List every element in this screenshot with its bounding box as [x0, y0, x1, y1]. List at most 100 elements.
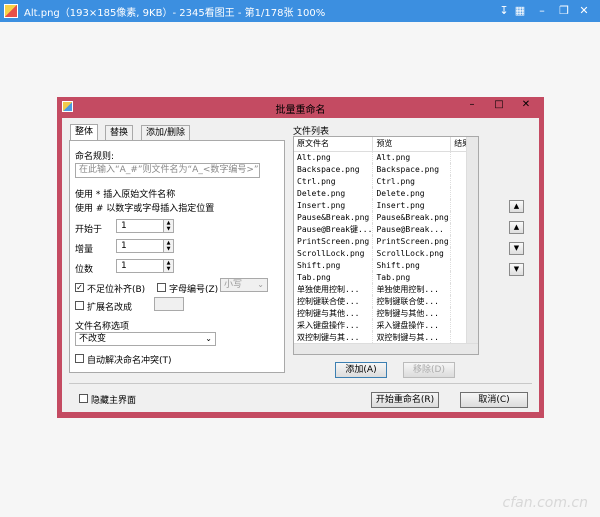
horizontal-scrollbar[interactable] [294, 343, 478, 354]
cell-preview: 控制键与其他... [372, 307, 452, 319]
start-rename-button[interactable]: 开始重命名(R) [371, 392, 439, 408]
ext-input[interactable] [154, 297, 184, 311]
cell-original: Backspace.png [294, 163, 374, 175]
add-button[interactable]: 添加(A) [335, 362, 387, 378]
settings-panel: 命名规则: 在此输入“A_#”则文件名为“A_<数字编号>” 使用 * 插入原始… [69, 140, 285, 373]
cell-original: 单独使用控制... [294, 283, 374, 295]
table-row[interactable]: Alt.png Alt.png [294, 151, 478, 163]
cell-original: Delete.png [294, 187, 374, 199]
fullscreen-icon[interactable]: ▦ [512, 3, 528, 19]
table-row[interactable]: Pause@Break键... Pause@Break... [294, 223, 478, 235]
step-value: 1 [121, 241, 127, 251]
close-icon[interactable]: ✕ [576, 3, 592, 19]
file-list[interactable]: 原文件名 预览 结果 Alt.png Alt.png Backspace.png Ba… [293, 136, 479, 355]
cell-preview: PrintScreen.png [372, 235, 452, 247]
file-table: 原文件名 预览 结果 Alt.png Alt.png Backspace.png Ba… [294, 137, 478, 343]
cell-preview: Insert.png [372, 199, 452, 211]
column-preview[interactable]: 预览 [372, 137, 452, 152]
pin-icon[interactable]: ↧ [496, 3, 512, 19]
cancel-button[interactable]: 取消(C) [460, 392, 528, 408]
step-stepper[interactable]: 1 ▲ ▼ [116, 239, 174, 253]
cell-original: Alt.png [294, 151, 374, 163]
name-option-value: 不改变 [79, 334, 107, 344]
table-row[interactable]: 双控制键与其... 双控制键与其... [294, 331, 478, 343]
remove-button[interactable]: 移除(D) [403, 362, 455, 378]
batch-rename-dialog: 批量重命名 – □ ✕ 整体 替换 添加/删除 命名规则: 在此输入“A_#”则… [57, 97, 544, 418]
dialog-titlebar: 批量重命名 – □ ✕ [57, 97, 544, 117]
rule-label: 命名规则: [75, 152, 115, 162]
cell-preview: Pause@Break... [372, 223, 452, 235]
cell-original: ScrollLock.png [294, 247, 374, 259]
cell-preview: Ctrl.png [372, 175, 452, 187]
hint-insert-name: 使用 * 插入原始文件名称 [75, 190, 176, 200]
tab-add-delete[interactable]: 添加/删除 [141, 125, 191, 140]
table-row[interactable]: Shift.png Shift.png [294, 259, 478, 271]
table-row[interactable]: Pause&Break.png Pause&Break.png [294, 211, 478, 223]
tab-overall[interactable]: 整体 [70, 124, 99, 140]
cell-original: PrintScreen.png [294, 235, 374, 247]
move-top-icon[interactable]: ▲ [509, 200, 524, 213]
cell-original: Pause@Break键... [294, 223, 374, 235]
digits-value: 1 [121, 261, 127, 271]
hide-main-checkbox[interactable] [79, 394, 88, 403]
cell-preview: Tab.png [372, 271, 452, 283]
restore-icon[interactable]: ❐ [556, 3, 572, 19]
move-bottom-icon[interactable]: ▼ [509, 263, 524, 276]
table-row[interactable]: ScrollLock.png ScrollLock.png [294, 247, 478, 259]
table-row[interactable]: 采入键盘操作... 采入键盘操作... [294, 319, 478, 331]
cell-original: 双控制键与其... [294, 331, 374, 343]
table-row[interactable]: Insert.png Insert.png [294, 199, 478, 211]
vertical-scrollbar[interactable] [466, 137, 478, 344]
letter-checkbox[interactable] [157, 283, 166, 292]
pad-label: 不足位补齐(B) [87, 285, 146, 295]
cell-preview: Pause&Break.png [372, 211, 452, 223]
table-row[interactable]: Ctrl.png Ctrl.png [294, 175, 478, 187]
minimize-icon[interactable]: – [534, 3, 550, 19]
cell-preview: 控制键联合使... [372, 295, 452, 307]
table-row[interactable]: Backspace.png Backspace.png [294, 163, 478, 175]
tab-replace[interactable]: 替换 [105, 125, 134, 140]
table-row[interactable]: Delete.png Delete.png [294, 187, 478, 199]
cell-preview: ScrollLock.png [372, 247, 452, 259]
pad-checkbox[interactable]: ✓ [75, 283, 84, 292]
name-option-label: 文件名称选项 [75, 322, 130, 332]
table-row[interactable]: 单独使用控制... 单独使用控制... [294, 283, 478, 295]
digits-stepper[interactable]: 1 ▲ ▼ [116, 259, 174, 273]
dialog-minimize-icon[interactable]: – [465, 99, 479, 110]
stepper-arrows-icon[interactable]: ▲ ▼ [163, 220, 173, 232]
ext-checkbox[interactable] [75, 301, 84, 310]
start-stepper[interactable]: 1 ▲ ▼ [116, 219, 174, 233]
cell-preview: Shift.png [372, 259, 452, 271]
chevron-down-icon: ⌄ [205, 334, 212, 343]
move-up-icon[interactable]: ▲ [509, 221, 524, 234]
table-row[interactable]: 控制键联合使... 控制键联合使... [294, 295, 478, 307]
divider [69, 383, 532, 384]
stepper-arrows-icon[interactable]: ▲ ▼ [163, 260, 173, 272]
cell-original: Pause&Break.png [294, 211, 374, 223]
table-row[interactable]: 控制键与其他... 控制键与其他... [294, 307, 478, 319]
table-row[interactable]: PrintScreen.png PrintScreen.png [294, 235, 478, 247]
cell-original: Tab.png [294, 271, 374, 283]
cell-preview: 采入键盘操作... [372, 319, 452, 331]
stepper-arrows-icon[interactable]: ▲ ▼ [163, 240, 173, 252]
start-value: 1 [121, 221, 127, 231]
dialog-maximize-icon[interactable]: □ [492, 99, 506, 110]
auto-resolve-checkbox[interactable] [75, 354, 84, 363]
column-original[interactable]: 原文件名 [294, 137, 374, 152]
case-value: 小写 [224, 280, 243, 290]
name-option-select[interactable]: 不改变 ⌄ [75, 332, 216, 346]
window-title: Alt.png（193×185像素, 9KB）- 2345看图王 - 第1/17… [24, 7, 326, 19]
cell-original: 控制键联合使... [294, 295, 374, 307]
dialog-close-icon[interactable]: ✕ [519, 99, 533, 110]
table-row[interactable]: Tab.png Tab.png [294, 271, 478, 283]
move-down-icon[interactable]: ▼ [509, 242, 524, 255]
cell-preview: 单独使用控制... [372, 283, 452, 295]
case-select[interactable]: 小写 ⌄ [220, 278, 268, 292]
step-label: 增量 [75, 245, 94, 255]
cell-preview: Backspace.png [372, 163, 452, 175]
dialog-body: 整体 替换 添加/删除 命名规则: 在此输入“A_#”则文件名为“A_<数字编号… [62, 118, 539, 412]
cell-original: 控制键与其他... [294, 307, 374, 319]
cell-original: Insert.png [294, 199, 374, 211]
rule-input[interactable]: 在此输入“A_#”则文件名为“A_<数字编号>” [75, 163, 260, 178]
start-label: 开始于 [75, 225, 103, 235]
